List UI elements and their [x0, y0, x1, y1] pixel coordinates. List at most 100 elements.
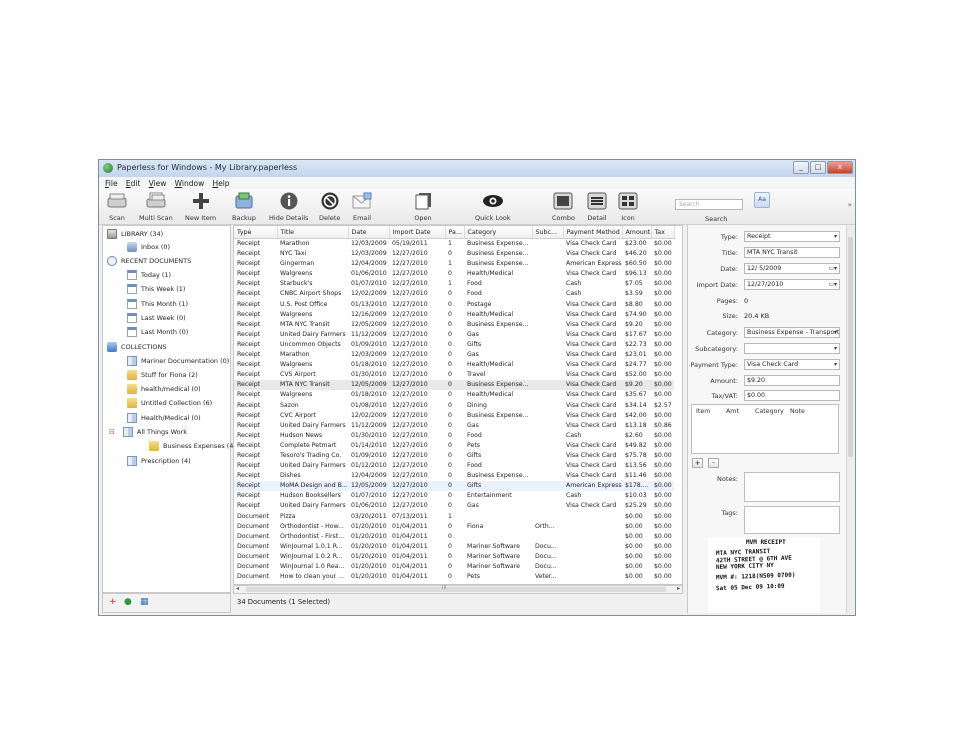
settings-icon[interactable]: ▦ — [140, 598, 149, 607]
sidebar-item-collection[interactable]: Stuff for Fiona (2) — [127, 370, 198, 380]
icon-view-button[interactable]: Icon — [618, 190, 638, 222]
table-row[interactable]: Receipt Starbuck's 01/07/2010 12/27/2010 1 Fo… — [234, 279, 674, 289]
table-row[interactable]: Receipt Walgreens 01/06/2010 12/27/2010 0 Hea… — [234, 269, 674, 279]
sidebar-item-inbox[interactable]: Inbox (0) — [127, 242, 170, 252]
column-header[interactable]: Title — [277, 226, 349, 239]
backup-button[interactable]: Backup — [232, 190, 256, 222]
delete-button[interactable]: Delete — [319, 190, 340, 222]
sidebar-item-collection[interactable]: Untitled Collection (6) — [127, 398, 212, 408]
subcategory-select[interactable]: ▾ — [744, 343, 840, 354]
tags-field[interactable] — [744, 506, 840, 534]
quick-look-button[interactable]: Quick Look — [475, 190, 511, 222]
table-row[interactable]: Receipt CVC Airport 12/02/2009 12/27/2010 0 B… — [234, 411, 674, 421]
scan-button[interactable]: Scan — [107, 190, 127, 222]
table-row[interactable]: Receipt Marathon 12/03/2009 05/19/2011 1 Busi… — [234, 239, 674, 250]
date-field[interactable]: 12/ 5/2009 ▭▾ — [744, 263, 840, 274]
sidebar-item-last-month[interactable]: Last Month (0) — [127, 327, 188, 337]
remove-item-button[interactable]: - — [708, 458, 719, 468]
table-row[interactable]: Receipt Sazon 01/08/2010 12/27/2010 0 Dining V… — [234, 401, 674, 411]
sidebar-item-collection[interactable]: Prescription (4) — [127, 456, 191, 466]
import-date-field[interactable]: 12/27/2010 ▭▾ — [744, 279, 840, 290]
table-row[interactable]: Receipt Walgreens 01/18/2010 12/27/2010 0 Hea… — [234, 390, 674, 400]
sidebar-recent-header[interactable]: RECENT DOCUMENTS — [107, 256, 191, 266]
table-row[interactable]: Receipt Walgreens 12/16/2009 12/27/2010 0 Hea… — [234, 310, 674, 320]
table-row[interactable]: Document Orthodontist - First... 01/20/201… — [234, 532, 674, 542]
maximize-button[interactable]: □ — [810, 161, 826, 174]
collapse-toggle[interactable]: ⊟ All Things Work — [109, 427, 187, 437]
table-row[interactable]: Document Orthodontist - How... 01/20/2010 0… — [234, 522, 674, 532]
line-items-table[interactable]: Item Amt Category Note — [691, 404, 839, 454]
column-header[interactable]: Payment Method — [563, 226, 623, 239]
table-row[interactable]: Receipt Hudson Booksellers 01/07/2010 12/27… — [234, 491, 674, 501]
horizontal-scrollbar[interactable]: ◂ III ▸ — [233, 585, 683, 594]
hide-details-button[interactable]: Hide Details — [269, 190, 308, 222]
column-header[interactable]: Pa... — [445, 226, 465, 239]
table-row[interactable]: Receipt MoMA Design and B... 12/05/2009 12/… — [234, 481, 674, 492]
menu-window[interactable]: Window — [175, 179, 205, 188]
sidebar-item-collection[interactable]: Health/Medical (0) — [127, 413, 201, 423]
table-row[interactable]: Receipt Gingerman 12/04/2009 12/27/2010 1 Bus… — [234, 259, 674, 269]
sidebar-item-collection[interactable]: health/medical (0) — [127, 384, 201, 394]
table-row[interactable]: Receipt Walgreens 01/18/2010 12/27/2010 0 Hea… — [234, 360, 674, 370]
amount-field[interactable]: $9.20 — [744, 375, 840, 386]
receipt-preview[interactable]: MVM RECEIPT MTA NYC TRANSIT 42TH STREET … — [708, 538, 820, 613]
table-row[interactable]: Document How to clean your ... 01/20/2010 0… — [234, 572, 674, 582]
column-header[interactable]: Type — [234, 226, 278, 239]
sidebar-collections-header[interactable]: COLLECTIONS — [107, 342, 167, 352]
column-header[interactable]: Date — [348, 226, 390, 239]
table-row[interactable]: Document Pizza 03/20/2011 07/13/2011 1 $0.00 $… — [234, 512, 674, 522]
column-header[interactable]: Import Date — [389, 226, 446, 239]
table-row[interactable]: Receipt United Dairy Farmers 11/12/2009 12/… — [234, 421, 674, 431]
category-select[interactable]: Business Expense - Transport ▾ — [744, 327, 840, 338]
minimize-button[interactable]: _ — [793, 161, 809, 174]
scroll-thumb[interactable] — [848, 237, 853, 457]
toolbar-overflow-icon[interactable]: » — [848, 201, 852, 209]
sidebar-item-last-week[interactable]: Last Week (0) — [127, 313, 186, 323]
table-row[interactable]: Receipt MTA NYC Transit 12/05/2009 12/27/20… — [234, 320, 674, 330]
menu-edit[interactable]: Edit — [126, 179, 141, 188]
column-header[interactable]: Category — [464, 226, 533, 239]
tax-field[interactable]: $0.00 — [744, 390, 840, 401]
table-row[interactable]: Receipt CVS Airport 01/30/2010 12/27/2010 0 T… — [234, 370, 674, 380]
advanced-search-icon[interactable]: Aa — [754, 192, 770, 208]
add-item-button[interactable]: + — [692, 458, 703, 468]
detail-scrollbar[interactable] — [846, 225, 854, 613]
menu-help[interactable]: Help — [212, 179, 229, 188]
title-field[interactable]: MTA NYC Transit — [744, 247, 840, 258]
close-button[interactable]: x — [827, 161, 853, 174]
column-header[interactable]: Amount — [622, 226, 652, 239]
scroll-right-icon[interactable]: ▸ — [677, 585, 680, 592]
combo-view-button[interactable]: Combo — [552, 190, 575, 222]
email-button[interactable]: Email — [352, 190, 372, 222]
table-row[interactable]: Receipt Marathon 12/03/2009 12/27/2010 0 Gas V… — [234, 350, 674, 360]
add-collection-icon[interactable]: + — [109, 598, 117, 607]
menu-file[interactable]: File — [105, 179, 118, 188]
table-row[interactable]: Receipt Dishes 12/04/2009 12/27/2010 0 Busine… — [234, 471, 674, 481]
calendar-dropdown-icon[interactable]: ▭▾ — [828, 280, 837, 289]
column-header[interactable]: Tax — [651, 226, 675, 239]
sidebar-item-collection[interactable]: Business Expenses (4) — [149, 441, 236, 451]
sidebar-item-library[interactable]: LIBRARY (34) — [107, 229, 163, 239]
sidebar-item-this-month[interactable]: This Month (1) — [127, 299, 188, 309]
notes-field[interactable] — [744, 472, 840, 502]
new-item-button[interactable]: New Item — [185, 190, 216, 222]
table-row[interactable]: Receipt CNBC Airport Shops 12/02/2009 12/27… — [234, 289, 674, 299]
sync-icon[interactable]: ● — [124, 598, 132, 607]
table-row[interactable]: Receipt Complete Petmart 01/14/2010 12/27/2… — [234, 441, 674, 451]
payment-type-select[interactable]: Visa Check Card ▾ — [744, 359, 840, 370]
table-row[interactable]: Receipt Hudson News 01/30/2010 12/27/2010 0 F… — [234, 431, 674, 441]
sidebar-item-today[interactable]: Today (1) — [127, 270, 171, 280]
scroll-left-icon[interactable]: ◂ — [236, 585, 239, 592]
table-row[interactable]: Receipt United Dairy Farmers 01/12/2010 12/… — [234, 461, 674, 471]
table-row[interactable]: Receipt United Dairy Farmers 11/12/2009 12/… — [234, 330, 674, 340]
table-row[interactable]: Document WinJournal 1.0 Rea... 01/20/2010 0… — [234, 562, 674, 572]
table-row[interactable]: Receipt United Dairy Farmers 01/06/2010 12/… — [234, 501, 674, 511]
detail-view-button[interactable]: Detail — [587, 190, 607, 222]
table-row[interactable]: Document WinJournal 1.0.2 R... 01/20/2010 0… — [234, 552, 674, 562]
sidebar-item-this-week[interactable]: This Week (1) — [127, 284, 185, 294]
table-row[interactable]: Receipt Tesoro's Trading Co. 01/09/2010 12/… — [234, 451, 674, 461]
calendar-dropdown-icon[interactable]: ▭▾ — [828, 264, 837, 273]
table-row[interactable]: Receipt Uncommon Objects 01/09/2010 12/27/2… — [234, 340, 674, 350]
type-select[interactable]: Receipt ▾ — [744, 231, 840, 242]
sidebar-item-collection[interactable]: Mariner Documentation (0) — [127, 356, 229, 366]
